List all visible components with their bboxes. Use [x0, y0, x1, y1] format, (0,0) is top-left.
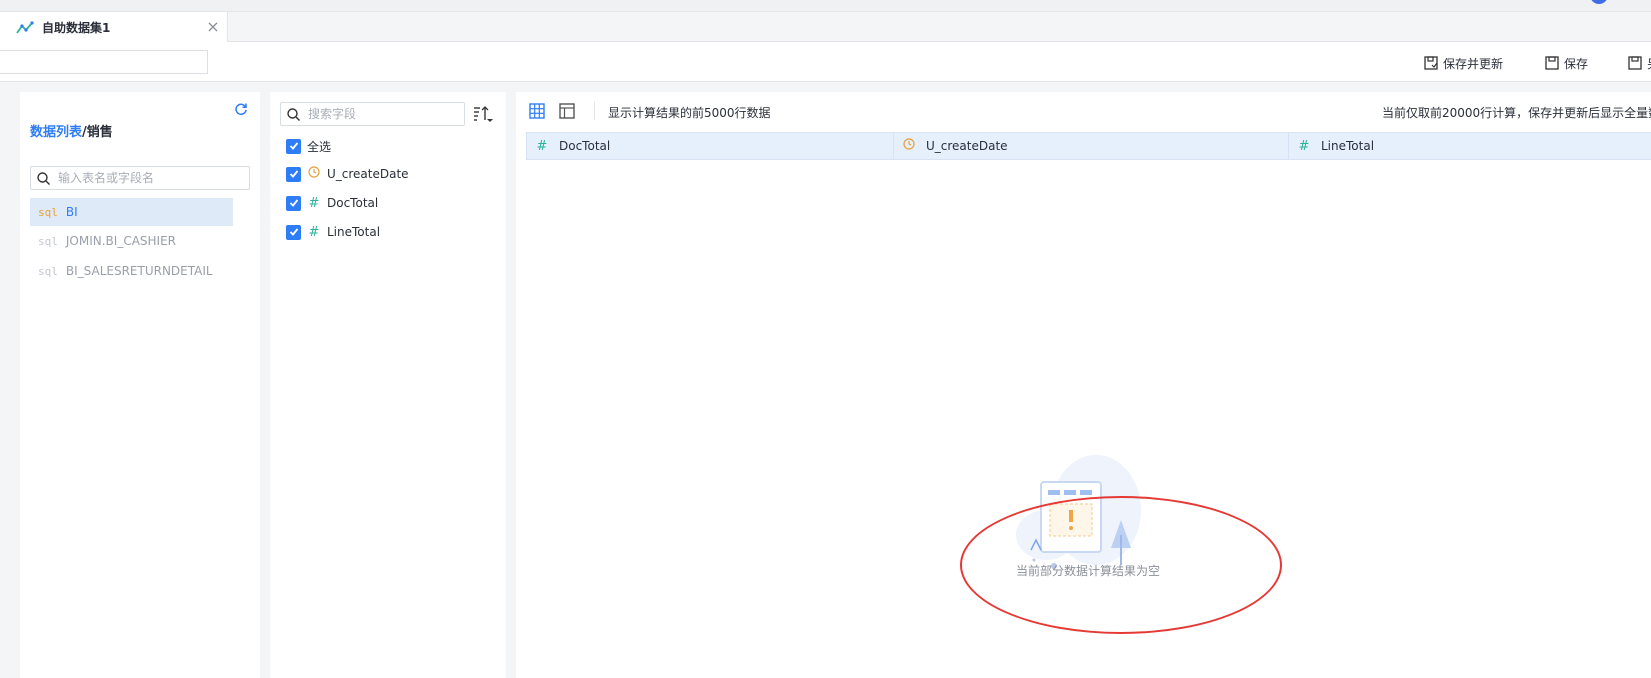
- select-all-row[interactable]: 全选: [286, 136, 331, 156]
- column-name: LineTotal: [1321, 139, 1375, 153]
- save-as-icon: [1628, 56, 1642, 70]
- save-update-label: 保存并更新: [1443, 56, 1504, 71]
- field-search-input[interactable]: [308, 107, 458, 121]
- table-item-label: JOMIN.BI_CASHIER: [65, 234, 177, 248]
- number-icon: #: [536, 138, 548, 154]
- folder-name: /销售: [82, 125, 113, 140]
- save-update-button[interactable]: 保存并更新: [1424, 54, 1503, 72]
- field-name: U_createDate: [327, 167, 409, 181]
- top-strip: [0, 0, 1651, 12]
- column-header-u-createdate[interactable]: U_createDate: [894, 133, 1289, 159]
- table-item-salesreturn[interactable]: sql BI_SALESRETURNDETAIL: [30, 257, 233, 285]
- field-name: LineTotal: [327, 225, 381, 239]
- save-icon: [1545, 56, 1559, 70]
- tab-dataset[interactable]: 自助数据集1 ×: [0, 12, 228, 43]
- column-header-doctotal[interactable]: # DocTotal: [527, 133, 894, 159]
- clock-icon: [902, 138, 916, 154]
- save-as-button[interactable]: 另: [1628, 54, 1651, 72]
- field-panel: 全选 U_createDate # DocTotal # LineTotal: [270, 92, 506, 678]
- table-item-label: BI_SALESRETURNDETAIL: [65, 264, 213, 278]
- number-icon: #: [308, 224, 320, 240]
- select-all-label: 全选: [307, 139, 332, 154]
- search-icon: [37, 171, 50, 185]
- sort-icon[interactable]: [472, 104, 494, 124]
- table-view-icon[interactable]: [558, 102, 576, 120]
- table-item-cashier[interactable]: sql JOMIN.BI_CASHIER: [30, 227, 233, 255]
- save-update-icon: [1424, 56, 1438, 70]
- save-button[interactable]: 保存: [1545, 54, 1588, 72]
- number-icon: #: [1298, 138, 1310, 154]
- preview-info: 显示计算结果的前5000行数据: [608, 106, 771, 120]
- avatar[interactable]: [1590, 0, 1608, 4]
- column-name: DocTotal: [559, 139, 611, 153]
- table-search-input[interactable]: [58, 171, 238, 185]
- checkbox-select-all[interactable]: [286, 138, 301, 154]
- table-item-bi[interactable]: sql BI: [30, 198, 233, 226]
- field-row-u-createdate[interactable]: U_createDate: [286, 164, 409, 184]
- clock-icon: [307, 166, 321, 182]
- empty-state-text: 当前部分数据计算结果为空: [1016, 564, 1161, 578]
- table-item-label: BI: [65, 205, 78, 219]
- save-label: 保存: [1564, 56, 1589, 71]
- checkbox-field[interactable]: [286, 195, 301, 211]
- field-row-doctotal[interactable]: # DocTotal: [286, 193, 378, 213]
- checkbox-field[interactable]: [286, 166, 301, 182]
- grid-view-icon[interactable]: [528, 102, 546, 120]
- table-search-field[interactable]: [30, 166, 250, 190]
- sql-icon: sql: [38, 264, 58, 278]
- sql-icon: sql: [38, 205, 58, 219]
- toolbar: 保存并更新 保存 另: [0, 42, 1651, 82]
- number-icon: #: [308, 195, 320, 211]
- save-as-label: 另: [1647, 55, 1651, 72]
- tab-bar: 自助数据集1 ×: [0, 12, 1651, 43]
- close-icon[interactable]: ×: [205, 19, 221, 35]
- preview-panel: 显示计算结果的前5000行数据 当前仅取前20000行计算，保存并更新后显示全量…: [516, 92, 1651, 678]
- checkbox-field[interactable]: [286, 224, 301, 240]
- preview-note: 当前仅取前20000行计算，保存并更新后显示全量数: [1382, 106, 1651, 120]
- line-chart-icon: [16, 20, 34, 34]
- sql-icon: sql: [38, 234, 58, 248]
- column-name: U_createDate: [926, 139, 1008, 153]
- field-name: DocTotal: [327, 196, 379, 210]
- dataset-name-input[interactable]: [0, 50, 208, 74]
- tab-title: 自助数据集1: [42, 21, 111, 35]
- field-row-linetotal[interactable]: # LineTotal: [286, 222, 380, 242]
- search-icon: [287, 107, 300, 121]
- data-list-panel: 数据列表/销售 sql BI sql JOMIN.BI_CASHIER sql …: [20, 92, 260, 678]
- panel-title: 数据列表/销售: [30, 121, 113, 140]
- column-header-linetotal[interactable]: # LineTotal: [1289, 133, 1651, 159]
- refresh-icon[interactable]: [234, 102, 248, 116]
- toolbar-divider: [594, 102, 595, 120]
- grid-header: # DocTotal U_createDate # LineTotal: [526, 132, 1651, 160]
- field-search-field[interactable]: [280, 102, 465, 126]
- data-list-link[interactable]: 数据列表: [30, 125, 82, 140]
